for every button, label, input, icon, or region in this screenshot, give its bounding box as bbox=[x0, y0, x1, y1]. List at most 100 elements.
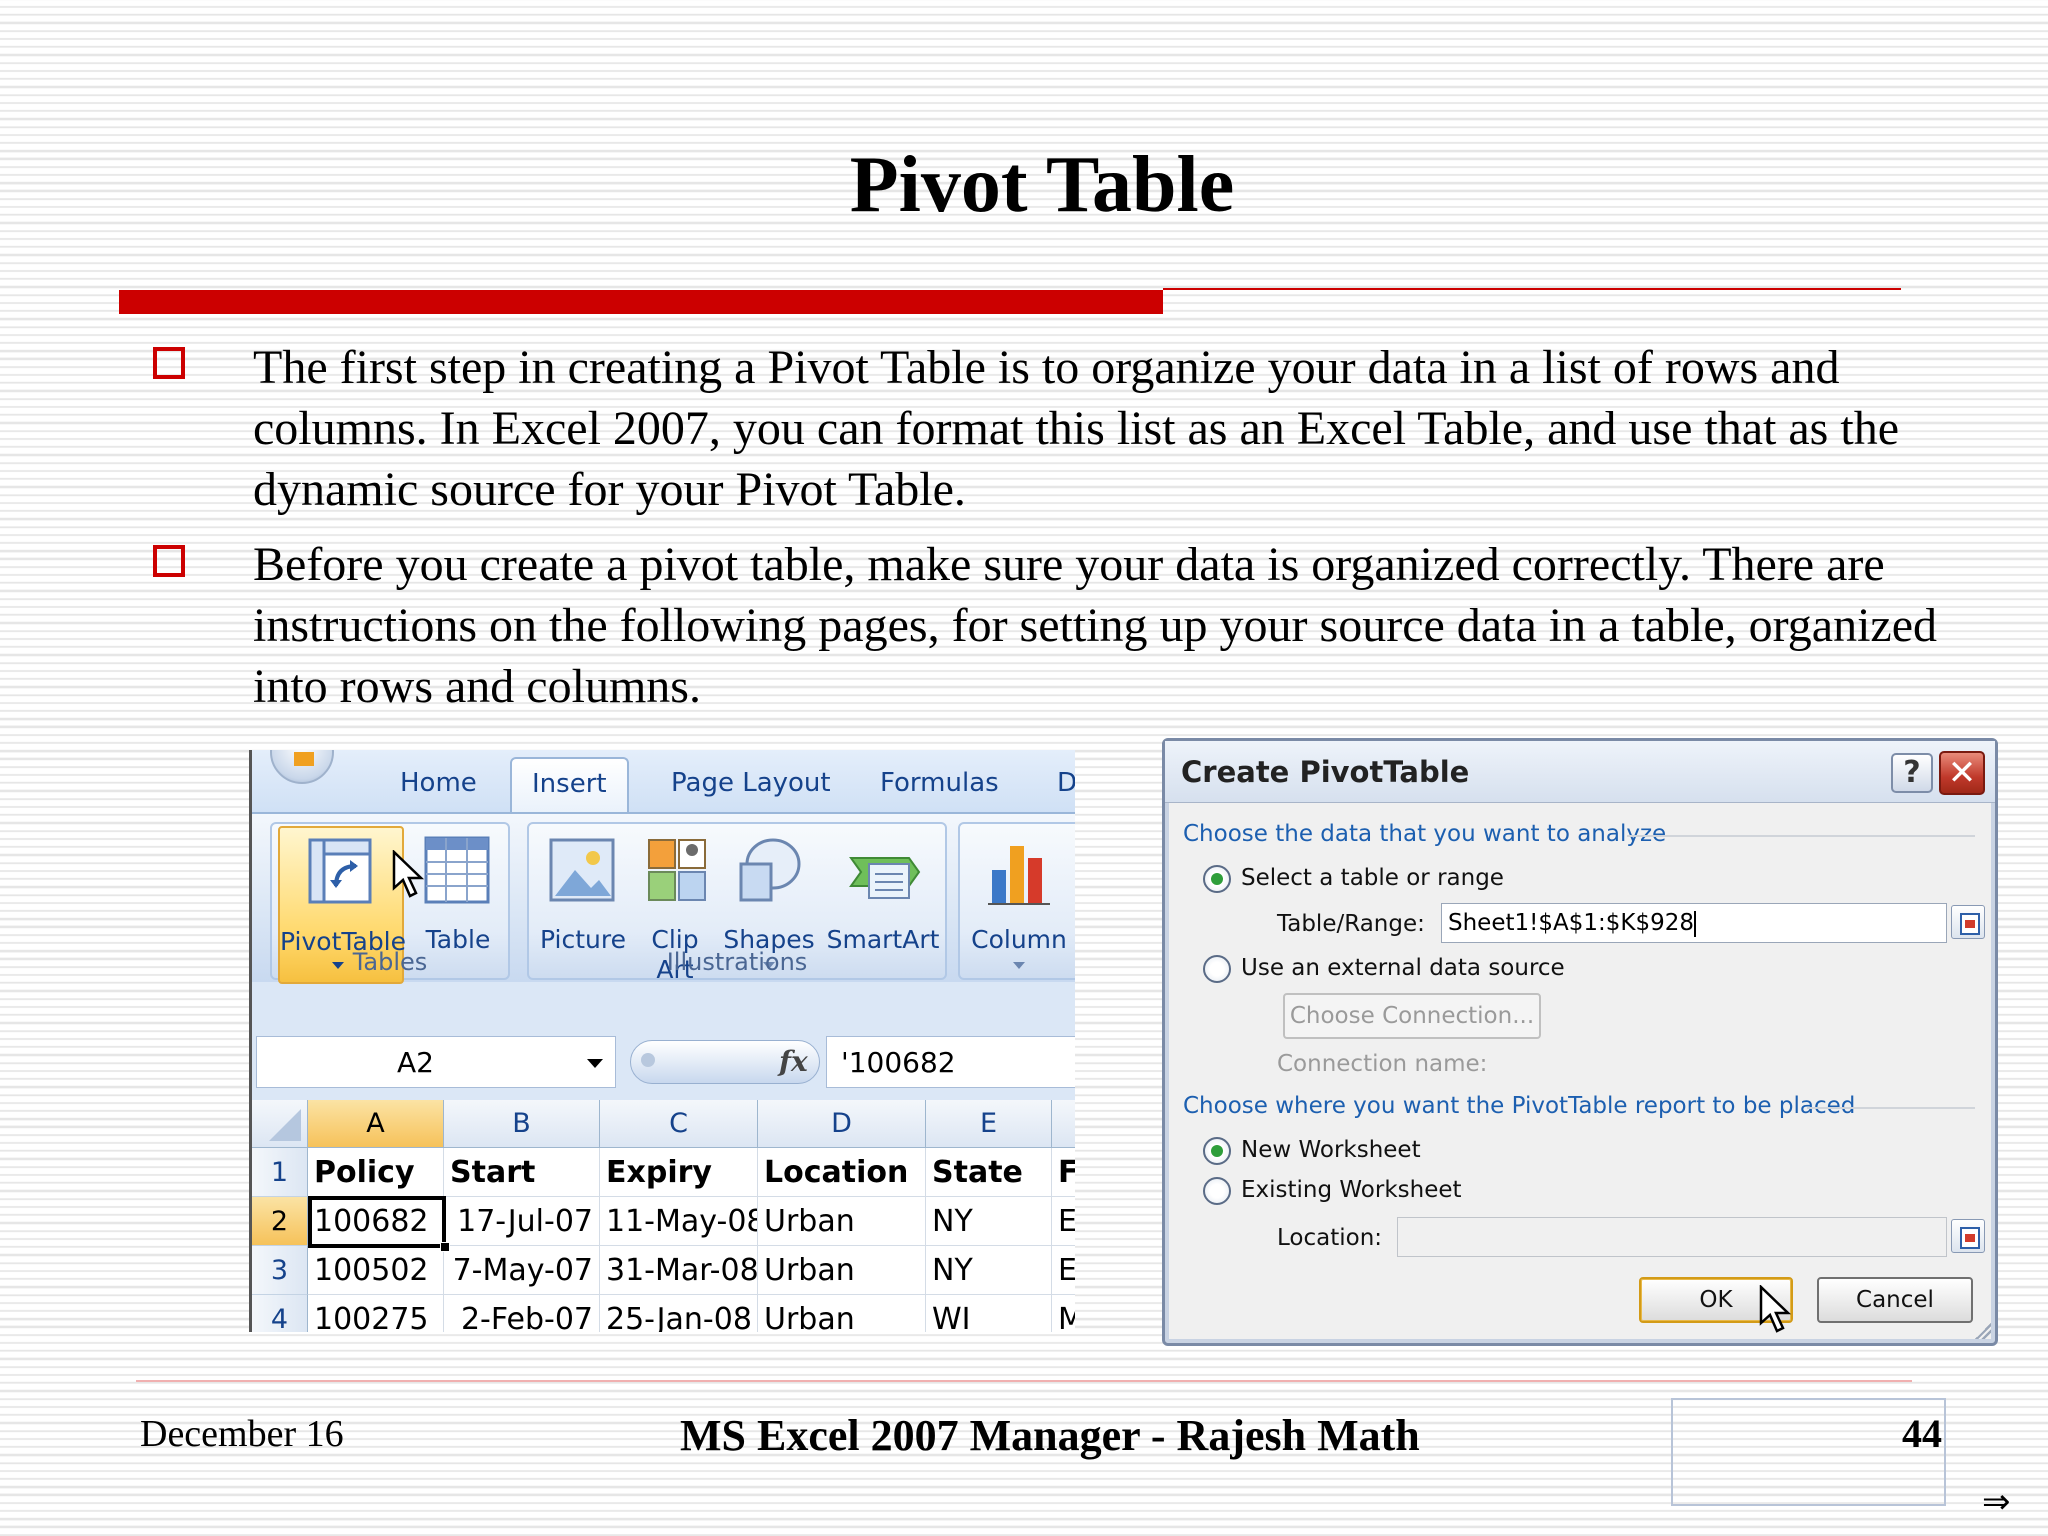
expand-handle-icon[interactable] bbox=[641, 1053, 655, 1067]
existing-worksheet-label[interactable]: Existing Worksheet bbox=[1241, 1177, 1462, 1203]
cell-e1[interactable]: State bbox=[926, 1148, 1052, 1197]
row-header-3[interactable]: 3 bbox=[252, 1246, 308, 1295]
worksheet-grid: A B C D E 1 Policy Start Expiry Location… bbox=[252, 1100, 1075, 1332]
cell-a4[interactable]: 100275 bbox=[308, 1295, 444, 1332]
shapes-icon bbox=[739, 838, 801, 902]
column-header-d[interactable]: D bbox=[758, 1100, 926, 1148]
column-header-e[interactable]: E bbox=[926, 1100, 1052, 1148]
column-chart-icon bbox=[988, 846, 1050, 905]
picture-icon bbox=[549, 838, 615, 902]
cell-d2[interactable]: Urban bbox=[758, 1197, 926, 1246]
cell-c1[interactable]: Expiry bbox=[600, 1148, 758, 1197]
tab-formulas[interactable]: Formulas bbox=[880, 768, 999, 798]
location-collapse-icon[interactable] bbox=[1951, 1219, 1985, 1253]
cancel-button[interactable]: Cancel bbox=[1817, 1277, 1973, 1323]
section-destination-divider bbox=[1807, 1107, 1975, 1109]
cell-b4[interactable]: 2-Feb-07 bbox=[444, 1295, 600, 1332]
dialog-title: Create PivotTable bbox=[1181, 755, 1470, 789]
radio-select-range[interactable] bbox=[1203, 865, 1231, 893]
close-button[interactable]: ✕ bbox=[1939, 751, 1985, 795]
formula-bar-controls: fx bbox=[630, 1040, 820, 1084]
next-slide-arrow-icon[interactable]: ⇒ bbox=[1982, 1482, 2011, 1522]
table-range-input[interactable]: Sheet1!$A$1:$K$928 bbox=[1441, 903, 1947, 943]
connection-name-label: Connection name: bbox=[1277, 1051, 1488, 1077]
insert-function-icon[interactable]: fx bbox=[779, 1045, 808, 1078]
group-tables-label: Tables bbox=[352, 948, 428, 976]
column-header-b[interactable]: B bbox=[444, 1100, 600, 1148]
select-all-icon bbox=[269, 1109, 301, 1141]
table-range-value: Sheet1!$A$1:$K$928 bbox=[1448, 910, 1694, 936]
location-input[interactable] bbox=[1397, 1217, 1947, 1257]
smartart-icon bbox=[849, 857, 921, 899]
cell-e3[interactable]: NY bbox=[926, 1246, 1052, 1295]
cell-e4[interactable]: WI bbox=[926, 1295, 1052, 1332]
cell-b1[interactable]: Start bbox=[444, 1148, 600, 1197]
cell-d4[interactable]: Urban bbox=[758, 1295, 926, 1332]
group-illustrations: Picture Clip Art Shapes SmartArt Illustr… bbox=[527, 822, 947, 984]
tab-home[interactable]: Home bbox=[400, 768, 477, 798]
select-range-label[interactable]: Select a table or range bbox=[1241, 865, 1504, 891]
new-worksheet-label[interactable]: New Worksheet bbox=[1241, 1137, 1421, 1163]
cell-f4[interactable]: M bbox=[1052, 1295, 1075, 1332]
cell-d3[interactable]: Urban bbox=[758, 1246, 926, 1295]
cell-f1[interactable]: F bbox=[1052, 1148, 1075, 1197]
tab-page-layout[interactable]: Page Layout bbox=[671, 768, 831, 798]
name-box-dropdown-icon[interactable] bbox=[587, 1059, 603, 1068]
fill-handle[interactable] bbox=[440, 1242, 450, 1252]
cell-f3[interactable]: E bbox=[1052, 1246, 1075, 1295]
section-destination-heading: Choose where you want the PivotTable rep… bbox=[1183, 1093, 1856, 1119]
tab-data[interactable]: D bbox=[1057, 768, 1075, 798]
bullet-marker-1 bbox=[153, 347, 185, 379]
cell-c2[interactable]: 11-May-08 bbox=[600, 1197, 758, 1246]
smartart-button[interactable]: SmartArt bbox=[823, 826, 943, 956]
cell-a3[interactable]: 100502 bbox=[308, 1246, 444, 1295]
radio-new-worksheet[interactable] bbox=[1203, 1137, 1231, 1165]
external-source-label[interactable]: Use an external data source bbox=[1241, 955, 1565, 981]
radio-existing-worksheet[interactable] bbox=[1203, 1177, 1231, 1205]
column-chart-button[interactable]: Column bbox=[964, 826, 1074, 984]
mouse-pointer-icon bbox=[392, 850, 425, 898]
bullet-marker-2 bbox=[153, 545, 185, 577]
table-range-label: Table/Range: bbox=[1277, 911, 1425, 937]
cell-f2[interactable]: E bbox=[1052, 1197, 1075, 1246]
title-underline-thick bbox=[119, 290, 1163, 314]
column-header-c[interactable]: C bbox=[600, 1100, 758, 1148]
choose-connection-button[interactable]: Choose Connection... bbox=[1283, 993, 1541, 1039]
bullet-text-2: Before you create a pivot table, make su… bbox=[253, 538, 1938, 713]
name-box[interactable]: A2 bbox=[256, 1036, 616, 1088]
row-header-4[interactable]: 4 bbox=[252, 1295, 308, 1332]
mouse-pointer-icon-dialog bbox=[1759, 1285, 1792, 1333]
cell-b3[interactable]: 7-May-07 bbox=[444, 1246, 600, 1295]
group-tables: PivotTable Table Tables bbox=[270, 822, 510, 984]
section-source-divider bbox=[1627, 835, 1975, 837]
cell-c3[interactable]: 31-Mar-08 bbox=[600, 1246, 758, 1295]
bullet-text-1: The first step in creating a Pivot Table… bbox=[253, 341, 1899, 516]
footer-divider bbox=[136, 1380, 1912, 1382]
column-header-f[interactable] bbox=[1052, 1100, 1075, 1148]
cell-a1[interactable]: Policy bbox=[308, 1148, 444, 1197]
tab-insert[interactable]: Insert bbox=[510, 757, 629, 815]
formula-value: '100682 bbox=[841, 1046, 956, 1079]
select-all-corner[interactable] bbox=[252, 1100, 308, 1148]
cell-d1[interactable]: Location bbox=[758, 1148, 926, 1197]
cell-b2[interactable]: 17-Jul-07 bbox=[444, 1197, 600, 1246]
row-header-1[interactable]: 1 bbox=[252, 1148, 308, 1197]
resize-grip-icon[interactable] bbox=[1975, 1323, 1991, 1339]
office-logo-icon bbox=[294, 752, 314, 766]
help-button[interactable]: ? bbox=[1891, 753, 1933, 793]
group-illustrations-label: Illustrations bbox=[666, 948, 808, 976]
create-pivottable-dialog: Create PivotTable ? ✕ Choose the data th… bbox=[1162, 738, 1998, 1346]
formula-input[interactable]: '100682 bbox=[826, 1036, 1075, 1088]
column-chart-label: Column bbox=[971, 925, 1067, 954]
slide-title: Pivot Table bbox=[849, 141, 1235, 229]
column-header-a[interactable]: A bbox=[308, 1100, 444, 1148]
row-header-2[interactable]: 2 bbox=[252, 1197, 308, 1246]
picture-button[interactable]: Picture bbox=[533, 826, 633, 956]
cell-c4[interactable]: 25-Jan-08 bbox=[600, 1295, 758, 1332]
cell-e2[interactable]: NY bbox=[926, 1197, 1052, 1246]
ribbon: PivotTable Table Tables Picture Clip Art… bbox=[252, 812, 1075, 984]
location-label: Location: bbox=[1277, 1225, 1383, 1251]
radio-external-source[interactable] bbox=[1203, 955, 1231, 983]
column-dropdown-arrow-icon[interactable] bbox=[1013, 962, 1025, 969]
table-range-collapse-icon[interactable] bbox=[1951, 905, 1985, 939]
